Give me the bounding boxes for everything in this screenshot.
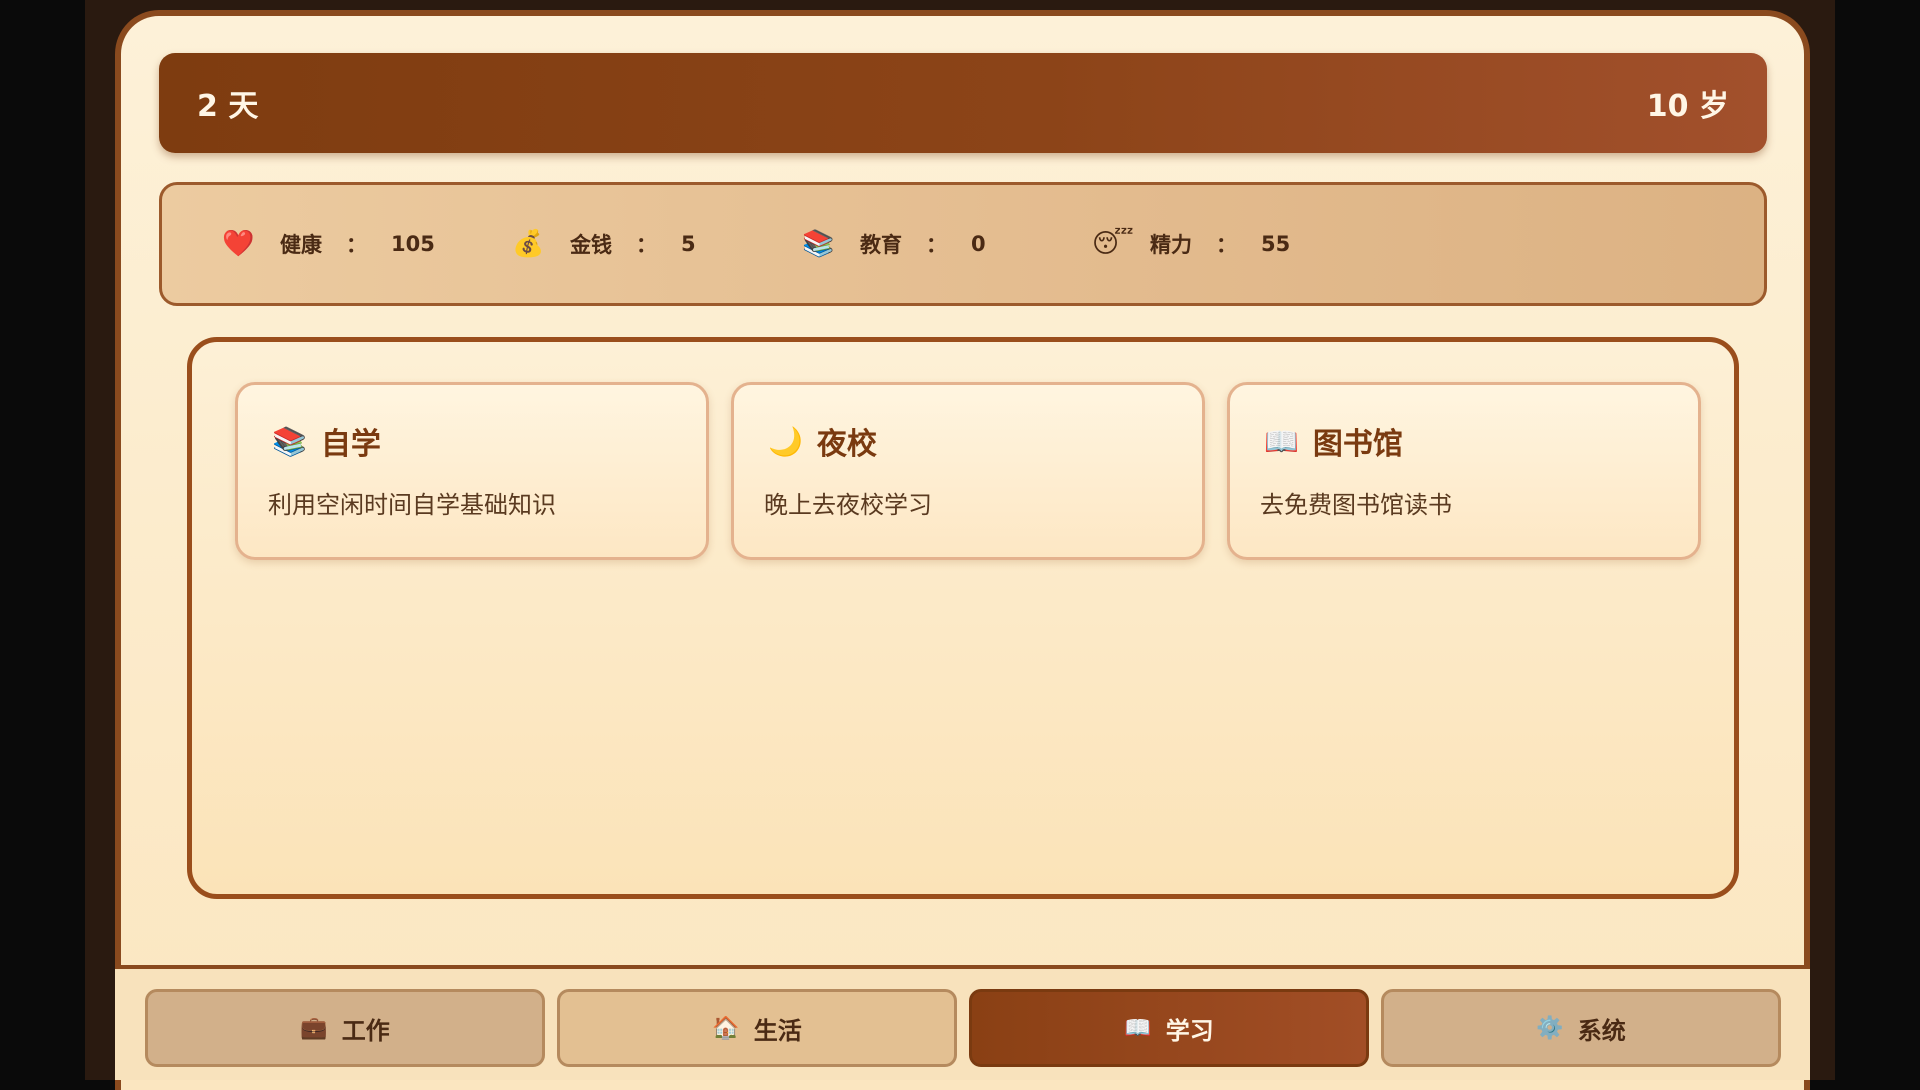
stats-bar: ❤️ 健康 ： 105 💰 金钱 ： 5 📚 教育 ： 0 😴 精力 ： 55 [159, 182, 1767, 306]
stat-money: 💰 金钱 ： 5 [512, 229, 802, 259]
tab-system[interactable]: ⚙️ 系统 [1381, 989, 1781, 1067]
stat-value: 5 [681, 232, 696, 256]
tab-label: 系统 [1577, 1016, 1626, 1045]
tab-label: 工作 [341, 1016, 390, 1045]
money-bag-icon: 💰 [512, 229, 545, 259]
bottom-tab-bar: 💼 工作 🏠 生活 📖 学习 ⚙️ 系统 [115, 965, 1810, 1080]
tab-life[interactable]: 🏠 生活 [557, 989, 957, 1067]
age-counter: 10 岁 [1646, 89, 1729, 124]
action-title: 自学 [320, 427, 381, 462]
status-header: 2 天 10 岁 [159, 53, 1767, 153]
tab-work[interactable]: 💼 工作 [145, 989, 545, 1067]
stat-colon: ： [1216, 233, 1237, 257]
stat-colon: ： [636, 233, 657, 257]
stat-value: 105 [391, 232, 435, 256]
action-card-night-school[interactable]: 🌙 夜校 晚上去夜校学习 [731, 382, 1205, 560]
stat-colon: ： [926, 233, 947, 257]
stat-health: ❤️ 健康 ： 105 [222, 229, 512, 259]
stat-label: 健康 [280, 233, 322, 257]
stat-label: 精力 [1150, 233, 1192, 257]
gear-icon: ⚙️ [1536, 1015, 1564, 1041]
day-counter: 2 天 [197, 89, 259, 124]
tab-study[interactable]: 📖 学习 [969, 989, 1369, 1067]
moon-icon: 🌙 [768, 424, 803, 458]
action-title: 图书馆 [1312, 427, 1403, 462]
open-book-icon: 📖 [1124, 1015, 1152, 1041]
heart-icon: ❤️ [222, 229, 255, 259]
action-description: 晚上去夜校学习 [764, 491, 932, 519]
briefcase-icon: 💼 [300, 1015, 328, 1041]
stat-education: 📚 教育 ： 0 [802, 229, 1092, 259]
stat-value: 0 [971, 232, 986, 256]
open-book-icon: 📖 [1264, 424, 1299, 458]
sleepy-face-icon: 😴 [1092, 229, 1134, 259]
stat-label: 教育 [860, 233, 902, 257]
stat-energy: 😴 精力 ： 55 [1092, 229, 1382, 259]
actions-area: 📚 自学 利用空闲时间自学基础知识 🌙 夜校 晚上去夜校学习 📖 图书馆 去免费… [187, 337, 1739, 899]
action-card-self-study[interactable]: 📚 自学 利用空闲时间自学基础知识 [235, 382, 709, 560]
action-title: 夜校 [816, 427, 877, 462]
stat-label: 金钱 [570, 233, 612, 257]
books-icon: 📚 [802, 229, 835, 259]
action-description: 利用空闲时间自学基础知识 [268, 491, 556, 519]
stat-colon: ： [346, 233, 367, 257]
stat-value: 55 [1261, 232, 1291, 256]
action-description: 去免费图书馆读书 [1260, 491, 1452, 519]
books-icon: 📚 [272, 424, 307, 458]
action-card-library[interactable]: 📖 图书馆 去免费图书馆读书 [1227, 382, 1701, 560]
house-icon: 🏠 [712, 1015, 740, 1041]
tab-label: 生活 [753, 1016, 802, 1045]
tab-label: 学习 [1165, 1016, 1214, 1045]
